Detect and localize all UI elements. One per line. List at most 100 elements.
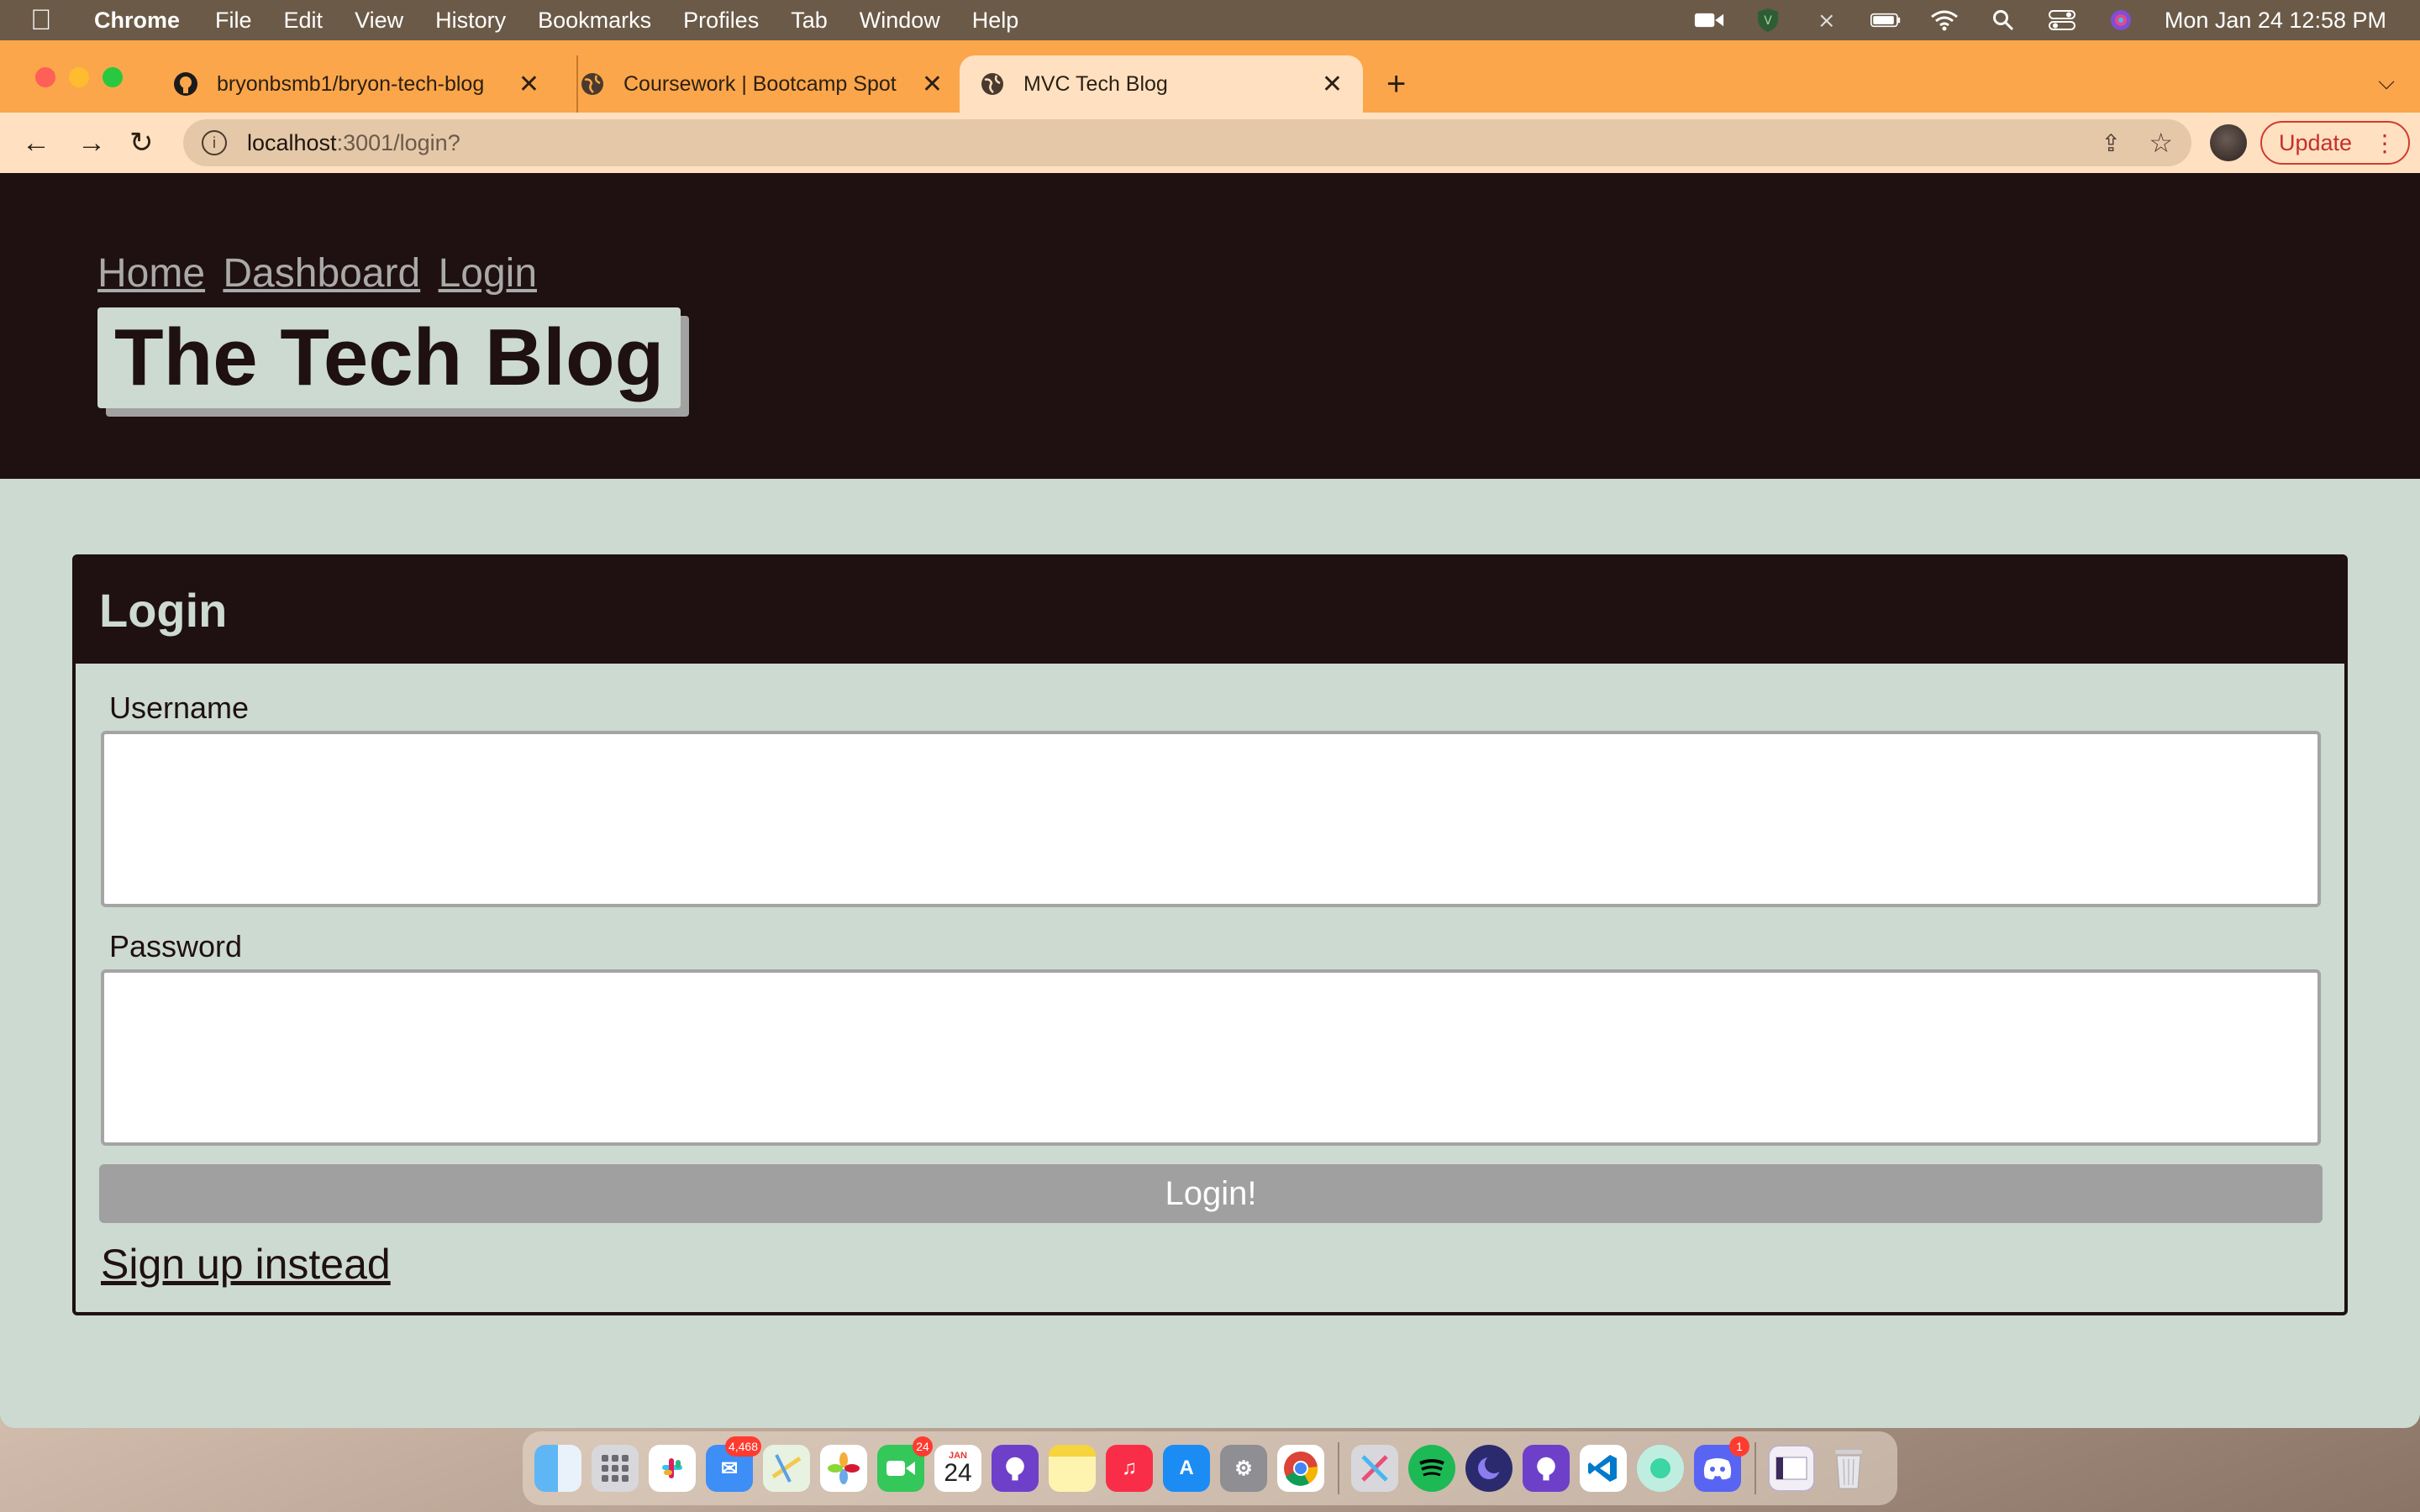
tab-title: Coursework | Bootcamp Spot <box>623 71 897 96</box>
url-host: localhost <box>247 129 337 155</box>
spotify-icon[interactable] <box>1408 1445 1455 1492</box>
username-label: Username <box>109 690 250 725</box>
launchpad-icon[interactable] <box>592 1445 639 1492</box>
profile-avatar[interactable] <box>2210 124 2247 161</box>
forward-arrow-icon[interactable]: → <box>77 128 106 158</box>
facetime-icon[interactable]: 24 <box>877 1436 933 1492</box>
notes-icon[interactable] <box>1049 1445 1096 1492</box>
macos-dock: ✉ 4,468 24 JAN 24 ♫ A ⚙ 1 <box>523 1431 1897 1505</box>
system-preferences-icon[interactable]: ⚙ <box>1220 1445 1267 1492</box>
siri-icon[interactable] <box>2106 9 2136 31</box>
battery-icon[interactable] <box>1870 9 1901 31</box>
zoom-window-button[interactable] <box>103 67 123 87</box>
close-tab-icon[interactable]: ✕ <box>1322 70 1343 99</box>
bookmark-star-icon[interactable]: ☆ <box>2149 127 2173 159</box>
video-camera-icon[interactable] <box>1694 9 1724 31</box>
menu-file[interactable]: File <box>215 8 252 34</box>
shield-icon[interactable]: V <box>1753 8 1783 32</box>
github-icon[interactable] <box>1523 1445 1570 1492</box>
globe-icon <box>980 71 1005 97</box>
photos-icon[interactable] <box>820 1445 867 1492</box>
password-input[interactable] <box>101 969 2321 1146</box>
browser-window: bryonbsmb1/bryon-tech-blog ✕ Coursework … <box>0 40 2420 1428</box>
more-menu-icon[interactable]: ⋮ <box>2373 129 2396 157</box>
vscode-icon[interactable] <box>1580 1445 1627 1492</box>
tab-strip: bryonbsmb1/bryon-tech-blog ✕ Coursework … <box>0 40 2420 113</box>
control-center-icon[interactable] <box>2047 9 2077 31</box>
night-owl-icon[interactable] <box>1465 1445 1512 1492</box>
login-card: Login Username Password Login! Sign up i… <box>72 554 2348 1315</box>
finder-icon[interactable] <box>534 1445 581 1492</box>
recent-document-icon[interactable] <box>1768 1445 1815 1492</box>
discord-badge: 1 <box>1729 1436 1749 1457</box>
app-menu-chrome[interactable]: Chrome <box>94 8 180 34</box>
menu-tab[interactable]: Tab <box>791 8 828 34</box>
site-nav: Home Dashboard Login <box>97 250 544 297</box>
menu-profiles[interactable]: Profiles <box>683 8 759 34</box>
maps-icon[interactable] <box>763 1445 810 1492</box>
tab-title: MVC Tech Blog <box>1023 71 1168 96</box>
username-input[interactable] <box>101 731 2321 907</box>
wifi-icon[interactable] <box>1929 9 1960 31</box>
nav-home-link[interactable]: Home <box>97 251 205 296</box>
apple-menu-icon[interactable]:  <box>30 4 81 37</box>
bluetooth-off-icon[interactable]: ⨯ <box>1812 8 1842 33</box>
login-heading: Login <box>76 558 2344 664</box>
menu-bookmarks[interactable]: Bookmarks <box>538 8 651 34</box>
share-icon[interactable]: ⇪ <box>2102 129 2121 157</box>
new-tab-plus-icon[interactable]: + <box>1386 66 1406 103</box>
url-path: :3001/login? <box>336 129 460 155</box>
login-submit-button[interactable]: Login! <box>99 1164 2323 1223</box>
chrome-icon[interactable] <box>1277 1445 1324 1492</box>
app-store-icon[interactable]: A <box>1163 1445 1210 1492</box>
menu-window[interactable]: Window <box>860 8 940 34</box>
reload-icon[interactable]: ↻ <box>129 128 154 158</box>
minimize-window-button[interactable] <box>69 67 89 87</box>
mail-icon[interactable]: ✉ 4,468 <box>706 1436 761 1492</box>
discord-icon[interactable]: 1 <box>1694 1436 1749 1492</box>
menu-edit[interactable]: Edit <box>284 8 324 34</box>
tab-title: bryonbsmb1/bryon-tech-blog <box>217 71 485 96</box>
menu-help[interactable]: Help <box>972 8 1019 34</box>
menu-view[interactable]: View <box>355 8 403 34</box>
browser-toolbar: ← → ↻ i localhost:3001/login? ⇪ ☆ Update… <box>0 113 2420 173</box>
site-title: The Tech Blog <box>97 307 681 408</box>
site-header: Home Dashboard Login The Tech Blog <box>0 173 2420 479</box>
address-bar[interactable]: i localhost:3001/login? ⇪ ☆ <box>183 119 2191 166</box>
slack-icon[interactable] <box>649 1445 696 1492</box>
menu-history[interactable]: History <box>435 8 506 34</box>
password-label: Password <box>109 929 243 963</box>
facetime-badge: 24 <box>913 1436 933 1457</box>
nav-dashboard-link[interactable]: Dashboard <box>223 251 420 296</box>
menubar-clock[interactable]: Mon Jan 24 12:58 PM <box>2165 8 2386 34</box>
github-icon <box>173 71 198 97</box>
sequel-ace-icon[interactable] <box>1637 1445 1684 1492</box>
close-tab-icon[interactable]: ✕ <box>518 70 539 99</box>
spotlight-search-icon[interactable] <box>1988 9 2018 31</box>
tab-coursework[interactable]: Coursework | Bootcamp Spot ✕ <box>576 55 963 113</box>
pixel-picker-icon[interactable] <box>1351 1445 1398 1492</box>
update-chrome-button[interactable]: Update ⋮ <box>2260 121 2410 165</box>
nav-login-link[interactable]: Login <box>439 251 537 296</box>
mail-badge: 4,468 <box>724 1436 761 1457</box>
calendar-day: 24 <box>944 1459 972 1487</box>
close-window-button[interactable] <box>35 67 55 87</box>
svg-text:V: V <box>1764 14 1772 28</box>
chevron-down-icon[interactable]: ⌵ <box>2378 69 2395 96</box>
site-info-icon[interactable]: i <box>202 130 227 155</box>
dock-separator <box>1754 1442 1756 1494</box>
update-label: Update <box>2279 129 2353 155</box>
music-icon[interactable]: ♫ <box>1106 1445 1153 1492</box>
tab-mvc-tech-blog[interactable]: MVC Tech Blog ✕ <box>960 55 1363 113</box>
macos-menu-bar:  Chrome File Edit View History Bookmark… <box>0 0 2420 40</box>
globe-icon <box>580 71 605 97</box>
web-page: Home Dashboard Login The Tech Blog Login… <box>0 173 2420 1428</box>
close-tab-icon[interactable]: ✕ <box>922 70 943 99</box>
signup-link[interactable]: Sign up instead <box>101 1240 391 1289</box>
back-arrow-icon[interactable]: ← <box>22 128 50 158</box>
trash-icon[interactable] <box>1825 1445 1872 1492</box>
calendar-icon[interactable]: JAN 24 <box>934 1445 981 1492</box>
tab-github-repo[interactable]: bryonbsmb1/bryon-tech-blog ✕ <box>173 55 560 113</box>
dock-separator <box>1338 1442 1339 1494</box>
github-desktop-icon[interactable] <box>992 1445 1039 1492</box>
